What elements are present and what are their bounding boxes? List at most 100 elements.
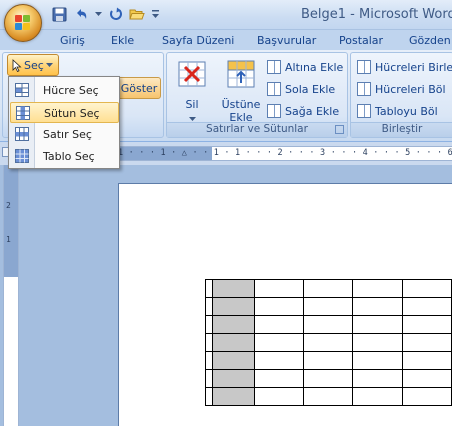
table-cell-selected[interactable] [211,279,255,298]
ruler-margin-top [4,165,18,277]
insert-right-button[interactable]: Sağa Ekle [267,101,339,121]
row-select-icon [15,127,29,141]
table-cell[interactable] [401,333,452,352]
table-row[interactable] [205,369,452,388]
table-cell-selected[interactable] [211,369,255,388]
table-cell[interactable] [253,369,305,388]
table-cell[interactable] [401,369,452,388]
insert-right-icon [267,104,281,118]
document-page[interactable] [118,183,452,426]
insert-below-button[interactable]: Altına Ekle [267,57,343,77]
menu-item-select-row[interactable]: Satır Seç [10,124,119,145]
open-icon[interactable] [128,5,146,23]
horizontal-ruler[interactable]: 1 · · · 1 · △ · · 1 · 1 · · · 2 · · · 3 … [116,146,452,161]
table-cell[interactable] [401,315,452,334]
menu-item-label: Hücre Seç [43,84,99,97]
table-cell-selected[interactable] [211,297,255,316]
table-select-icon [15,149,29,163]
select-button[interactable]: Seç [7,54,59,76]
tab-ekle[interactable]: Ekle [111,34,134,47]
table-cell-selected[interactable] [211,315,255,334]
select-label: Seç [24,58,44,72]
redo-icon[interactable] [106,5,124,23]
table-cell[interactable] [352,387,403,406]
split-table-label: Tabloyu Böl [375,104,438,118]
tab-giris[interactable]: Giriş [60,34,85,47]
table-row[interactable] [205,333,452,352]
undo-icon[interactable] [72,5,90,23]
table-cell[interactable] [253,387,305,406]
tab-basvurular[interactable]: Başvurular [257,34,316,47]
split-cells-icon [357,82,371,96]
split-cells-label: Hücreleri Böl [375,82,446,96]
delete-button[interactable]: Sil [173,59,211,124]
table-row[interactable] [205,279,452,298]
table-cell[interactable] [303,315,354,334]
table-cell-selected[interactable] [211,387,255,406]
rows-columns-group: Sil Üstüne Ekle Altına Ekle Sola Ekle Sa… [166,52,348,138]
dropdown-arrow-icon[interactable] [94,5,102,23]
menu-item-select-column[interactable]: Sütun Seç [10,102,119,123]
merge-cells-label: Hücreleri Birleş [375,60,452,74]
table-cell[interactable] [352,297,403,316]
vertical-ruler[interactable]: 2 1 [3,165,19,426]
table-row[interactable] [205,297,452,316]
office-logo-icon [15,15,31,31]
show-gridlines-label: Göster [120,81,158,95]
insert-left-button[interactable]: Sola Ekle [267,79,335,99]
table-row[interactable] [205,387,452,406]
menu-item-select-cell[interactable]: Hücre Seç [10,80,119,101]
table-cell[interactable] [253,315,305,334]
insert-below-label: Altına Ekle [285,60,344,74]
merge-group: Hücreleri Birleş Hücreleri Böl Tabloyu B… [350,52,452,138]
table-cell[interactable] [352,369,403,388]
table-row[interactable] [205,351,452,370]
tab-gozden[interactable]: Gözden [409,34,451,47]
table-cell[interactable] [253,297,305,316]
table-cell[interactable] [352,279,403,298]
table-cell[interactable] [253,333,305,352]
tab-sayfa-duzeni[interactable]: Sayfa Düzeni [162,34,234,47]
show-gridlines-button[interactable]: Göster [117,77,161,99]
document-workspace: 2 1 [0,165,452,426]
merge-cells-icon [357,60,371,74]
table-cell[interactable] [352,315,403,334]
table-cell[interactable] [303,297,354,316]
ribbon-tabs: Giriş Ekle Sayfa Düzeni Başvurular Posta… [0,30,452,50]
chevron-down-icon [188,117,196,121]
table-cell[interactable] [352,351,403,370]
dialog-launcher-icon[interactable] [335,125,344,134]
table-cell[interactable] [303,351,354,370]
ruler-marks: 1 · · · 1 · △ · · 1 · 1 · · · 2 · · · 3 … [118,148,452,158]
table-cell[interactable] [253,279,305,298]
insert-above-button[interactable]: Üstüne Ekle [219,59,263,124]
table-cell[interactable] [303,387,354,406]
merge-cells-button[interactable]: Hücreleri Birleş [357,57,452,77]
split-table-button[interactable]: Tabloyu Böl [357,101,438,121]
table-cell[interactable] [401,387,452,406]
cursor-icon [12,58,22,72]
table-cell[interactable] [303,369,354,388]
quick-access-toolbar [50,5,160,23]
table-cell[interactable] [303,333,354,352]
tab-postalar[interactable]: Postalar [339,34,383,47]
table-cell[interactable] [401,351,452,370]
table-cell[interactable] [253,351,305,370]
customize-icon[interactable] [150,5,160,23]
menu-item-label: Satır Seç [43,128,92,141]
rows-columns-group-label: Satırlar ve Sütunlar [167,122,347,137]
insert-right-label: Sağa Ekle [285,104,340,118]
menu-item-select-table[interactable]: Tablo Seç [10,146,119,167]
table-row[interactable] [205,315,452,334]
table-cell[interactable] [401,279,452,298]
table-cell[interactable] [401,297,452,316]
table-cell[interactable] [303,279,354,298]
table-cell-selected[interactable] [211,333,255,352]
title-bar: Belge1 - Microsoft Word [0,0,452,30]
save-icon[interactable] [50,5,68,23]
table-cell[interactable] [352,333,403,352]
document-table[interactable] [205,279,452,406]
office-button[interactable] [4,4,42,42]
table-cell-selected[interactable] [211,351,255,370]
split-cells-button[interactable]: Hücreleri Böl [357,79,446,99]
